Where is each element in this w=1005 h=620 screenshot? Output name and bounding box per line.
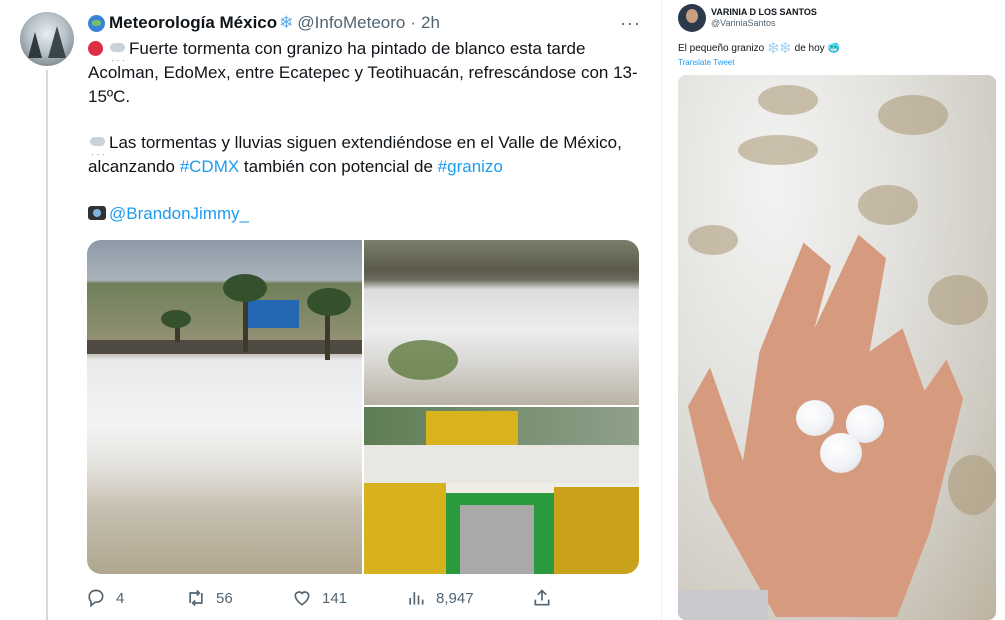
reply-button[interactable]: 4 [86, 588, 124, 608]
reply-icon [88, 589, 104, 608]
separator-dot: · [410, 13, 417, 32]
avatar[interactable] [20, 12, 74, 66]
tweet-text-paragraph-1: Fuerte tormenta con granizo ha pintado d… [88, 37, 643, 109]
red-circle-icon [88, 41, 103, 56]
hailstone [820, 433, 862, 473]
translate-tweet-link[interactable]: Translate Tweet [678, 58, 734, 67]
cloud-hail-icon [108, 40, 127, 72]
like-button[interactable]: 141 [292, 588, 347, 608]
retweet-button[interactable]: 56 [186, 588, 233, 608]
thread-line [46, 70, 48, 620]
tweet-text-paragraph-2: Las tormentas y lluvias siguen extendién… [88, 131, 643, 179]
photo-credit: @BrandonJimmy_ [88, 202, 643, 226]
globe-emoji-icon [88, 14, 105, 32]
share-icon [534, 589, 550, 606]
display-name[interactable]: VARINIA D LOS SANTOS [711, 7, 817, 17]
handle[interactable]: @VariniaSantos [711, 18, 776, 28]
sleeve [678, 590, 768, 620]
views-chart-icon [409, 592, 424, 605]
paragraph-1-text: Fuerte tormenta con granizo ha pintado d… [88, 39, 638, 106]
reply-count: 4 [116, 589, 125, 607]
hailstone [796, 400, 834, 436]
retweet-icon [189, 589, 203, 607]
share-button[interactable] [532, 588, 562, 608]
heart-icon [294, 591, 310, 606]
hashtag-cdmx-link[interactable]: #CDMX [180, 157, 240, 176]
camera-flash-icon [88, 206, 106, 220]
timestamp[interactable]: 2h [421, 13, 440, 33]
photo-hail-in-hand[interactable] [678, 75, 996, 620]
tweet-text: El pequeño granizo ❄️❄️ de hoy 🥶 [678, 43, 840, 54]
snowflake-icon: ❄ [279, 13, 294, 32]
main-tweet[interactable]: Meteorología México ❄ @InfoMeteoro · 2h … [0, 0, 660, 620]
photo-hail-street[interactable] [87, 240, 362, 574]
views-button[interactable]: 8,947 [406, 588, 474, 608]
view-count: 8,947 [436, 589, 474, 607]
avatar[interactable] [678, 4, 706, 32]
photo-hail-yard[interactable] [364, 407, 639, 574]
display-name[interactable]: Meteorología México [109, 13, 277, 33]
hashtag-granizo-link[interactable]: #granizo [438, 157, 503, 176]
tweet-header: Meteorología México ❄ @InfoMeteoro · 2h [88, 12, 440, 34]
retweet-count: 56 [216, 589, 233, 607]
credit-mention-link[interactable]: @BrandonJimmy_ [109, 204, 249, 223]
handle[interactable]: @InfoMeteoro [297, 13, 405, 33]
more-options-icon[interactable]: ··· [620, 13, 641, 34]
media-grid [87, 240, 639, 574]
side-tweet[interactable]: VARINIA D LOS SANTOS @VariniaSantos El p… [661, 0, 1005, 620]
action-bar: 4 56 141 8,947 [86, 588, 556, 612]
paragraph-2-text-b: también con potencial de [239, 157, 438, 176]
photo-hail-field[interactable] [364, 240, 639, 405]
like-count: 141 [322, 589, 348, 607]
cloud-lightning-icon [88, 134, 107, 166]
